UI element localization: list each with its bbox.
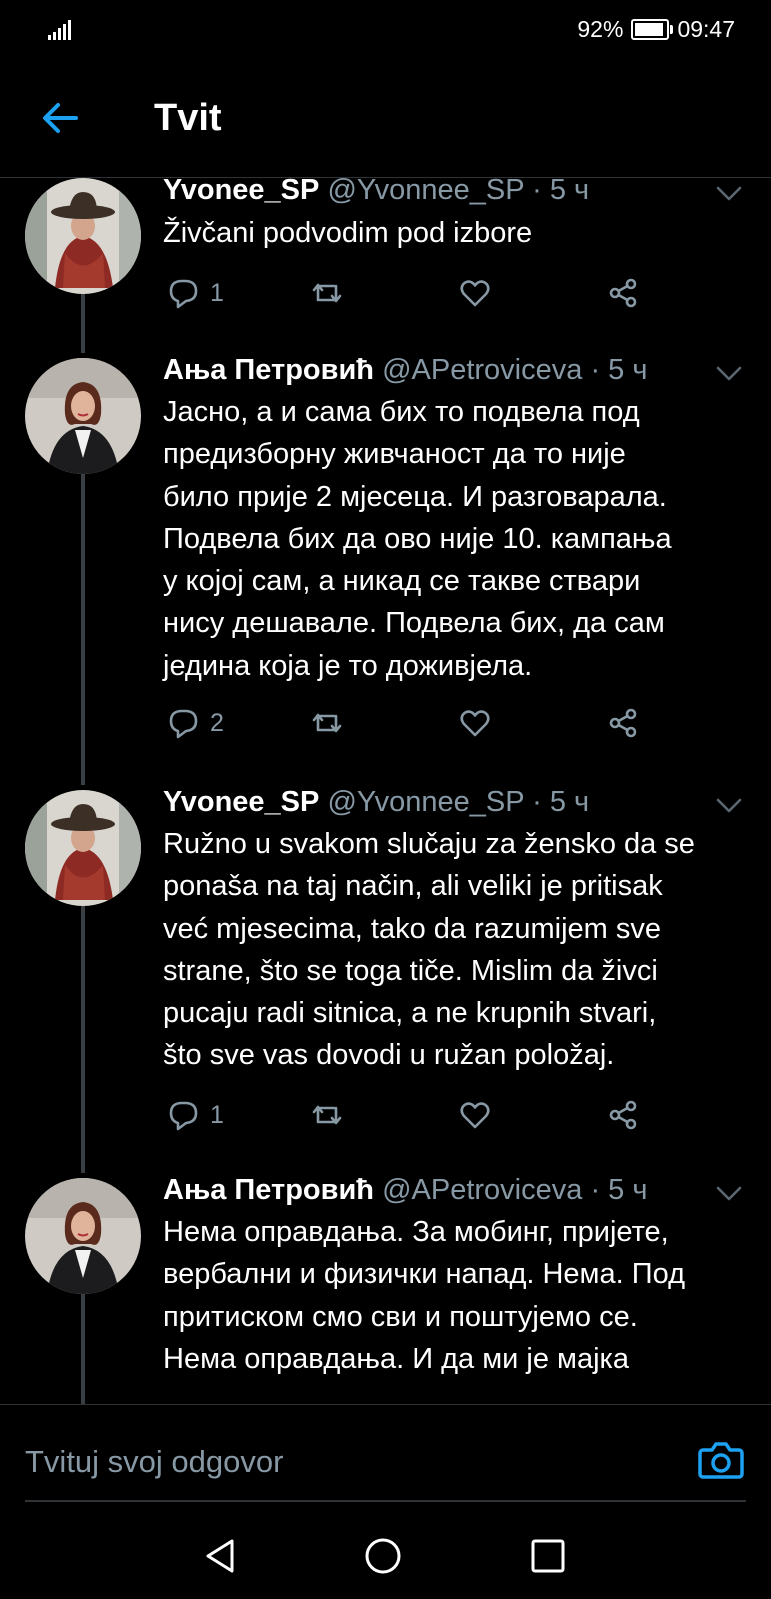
tweet-text-line: у којој сам, а никад се такве ствари (163, 565, 641, 598)
reply-button[interactable]: 2 (166, 703, 224, 743)
tweet-header: Yvonee_SP @Yvonnee_SP · 5 ч (163, 786, 589, 819)
tweet-text-line: једина која је то доживјела. (163, 649, 533, 682)
avatar[interactable] (25, 178, 141, 294)
tweet-text-line: било прије 2 мјесеца. И разговарала. (163, 480, 667, 513)
retweet-icon (310, 276, 344, 310)
battery-icon (631, 19, 674, 40)
battery-percent: 92% (577, 16, 624, 42)
reply-count: 2 (210, 708, 224, 737)
chevron-down-icon[interactable] (716, 1186, 742, 1202)
tweet-text-line: Нема оправдања. За мобинг, пријете, (163, 1216, 669, 1248)
tweet-time: · 5 ч (532, 178, 590, 206)
retweet-icon (310, 706, 344, 740)
share-button[interactable] (606, 1095, 640, 1135)
tweet-text: Ružno u svakom slučaju za žensko da se po… (163, 823, 753, 1077)
clock: 09:47 (677, 16, 735, 42)
tweet-text-line: ponaša na taj način, ali veliki je priti… (163, 870, 663, 903)
tweet-text-line: вербални и физички напад. Нема. Под (163, 1258, 685, 1291)
author-handle: @Yvonnee_SP (327, 786, 525, 818)
tweet-text-line: Нема оправдања. И да ми је мајка (163, 1342, 630, 1375)
tweet-text-line: притиском смо сви и поштујемо се. (163, 1300, 638, 1333)
arrow-left-icon[interactable] (40, 98, 80, 138)
retweet-button[interactable] (310, 1095, 344, 1135)
share-icon (606, 706, 640, 740)
reply-count: 1 (210, 278, 224, 307)
tweet-actions: 1 (166, 1095, 666, 1135)
tweet-actions: 2 (166, 703, 666, 743)
triangle-back-icon[interactable] (200, 1536, 240, 1576)
tweet-text-line: нису дешавале. Подвела бих, да сам (163, 607, 665, 640)
tweet-text-line: što sve vas dovodi u ružan položaj. (163, 1039, 615, 1072)
system-nav-bar (0, 1510, 771, 1599)
app-header: Tvit (0, 60, 771, 178)
like-button[interactable] (458, 1095, 492, 1135)
thread-connector-line (81, 474, 85, 785)
tweet-header: Yvonee_SP @Yvonnee_SP · 5 ч (163, 178, 589, 207)
signal-icon (48, 20, 71, 40)
retweet-button[interactable] (310, 703, 344, 743)
like-icon (458, 706, 492, 740)
tweet-time: · 5 ч (532, 786, 590, 818)
share-button[interactable] (606, 273, 640, 313)
tweet-header: Ања Петровић @APetroviceva · 5 ч (163, 1174, 647, 1207)
page-title: Tvit (154, 97, 222, 139)
tweet-text-line: Подвела бих да ово није 10. кампања (163, 522, 672, 555)
share-button[interactable] (606, 703, 640, 743)
like-icon (458, 276, 492, 310)
reply-icon (166, 276, 200, 310)
tweet-time: · 5 ч (590, 1174, 648, 1206)
tweet-text-line: предизборну живчаност да то није (163, 438, 626, 471)
tweet-thread[interactable]: Yvonee_SP @Yvonnee_SP · 5 ч Živčani podvo… (0, 178, 771, 1404)
author-name[interactable]: Ања Петровић (163, 354, 374, 386)
reply-count: 1 (210, 1100, 224, 1129)
tweet-text-line: strane, što se toga tiče. Mislim da živc… (163, 954, 658, 987)
retweet-icon (310, 1098, 344, 1132)
chevron-down-icon[interactable] (716, 186, 742, 202)
camera-icon[interactable] (697, 1435, 745, 1483)
avatar[interactable] (25, 1178, 141, 1294)
status-bar: 92% 09:47 (0, 0, 771, 60)
thread-connector-line (81, 1294, 85, 1404)
like-button[interactable] (458, 273, 492, 313)
tweet-text-line: Živčani podvodim pod izbore (163, 217, 533, 249)
reply-composer: Tvituj svoj odgovor (0, 1404, 771, 1505)
thread-connector-line (81, 906, 85, 1173)
like-button[interactable] (458, 703, 492, 743)
author-name[interactable]: Ања Петровић (163, 1174, 374, 1206)
reply-button[interactable]: 1 (166, 273, 224, 313)
author-handle: @APetroviceva (382, 354, 583, 386)
avatar[interactable] (25, 358, 141, 474)
chevron-down-icon[interactable] (716, 366, 742, 382)
like-icon (458, 1098, 492, 1132)
author-handle: @APetroviceva (382, 1174, 583, 1206)
battery-level (635, 23, 664, 36)
avatar[interactable] (25, 790, 141, 906)
share-icon (606, 276, 640, 310)
reply-icon (166, 706, 200, 740)
tweet-text: Јасно, а и сама бих то подвела под предиз… (163, 391, 753, 687)
square-recents-icon[interactable] (528, 1536, 568, 1576)
tweet-header: Ања Петровић @APetroviceva · 5 ч (163, 354, 647, 387)
reply-button[interactable]: 1 (166, 1095, 224, 1135)
chevron-down-icon[interactable] (716, 798, 742, 814)
author-handle: @Yvonnee_SP (327, 178, 525, 206)
tweet-text-line: Ružno u svakom slučaju za žensko da se (163, 828, 695, 860)
reply-divider (25, 1500, 746, 1502)
tweet-time: · 5 ч (590, 354, 648, 386)
reply-icon (166, 1098, 200, 1132)
tweet-text: Živčani podvodim pod izbore (163, 212, 753, 254)
thread-connector-line (81, 294, 85, 353)
retweet-button[interactable] (310, 273, 344, 313)
reply-input[interactable]: Tvituj svoj odgovor (25, 1444, 283, 1480)
author-name[interactable]: Yvonee_SP (163, 178, 319, 206)
tweet-actions: 1 (166, 273, 666, 313)
tweet-text-line: Јасно, а и сама бих то подвела под (163, 396, 640, 428)
tweet-text: Нема оправдања. За мобинг, пријете, верба… (163, 1211, 753, 1380)
author-name[interactable]: Yvonee_SP (163, 786, 319, 818)
tweet-text-line: pucaju radi sitnica, a ne krupnih stvari… (163, 997, 657, 1030)
share-icon (606, 1098, 640, 1132)
tweet-text-line: već mjesecima, tako da razumijem sve (163, 912, 661, 945)
circle-home-icon[interactable] (363, 1536, 403, 1576)
